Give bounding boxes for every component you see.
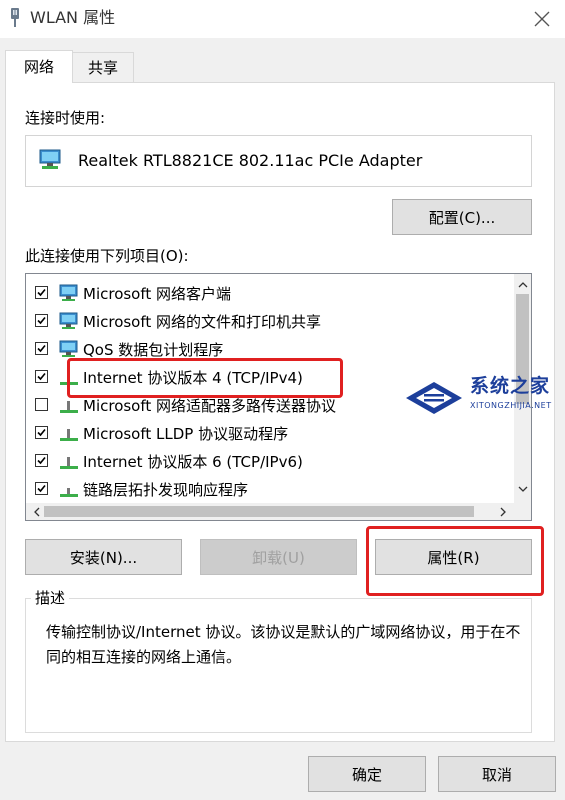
checkbox[interactable]: [35, 314, 48, 327]
item-label: Microsoft 网络客户端: [83, 285, 232, 303]
checkbox[interactable]: [35, 482, 48, 495]
checkmark-icon: [37, 428, 46, 437]
item-label: Microsoft LLDP 协议驱动程序: [83, 425, 289, 443]
uninstall-button[interactable]: 卸载(U): [200, 539, 357, 575]
list-item[interactable]: Microsoft 网络客户端: [26, 280, 506, 308]
network-adapter-icon: [39, 149, 61, 169]
watermark-logo: [406, 382, 462, 414]
configure-button[interactable]: 配置(C)...: [392, 199, 532, 235]
list-item[interactable]: Microsoft 网络的文件和打印机共享: [26, 308, 506, 336]
ok-button[interactable]: 确定: [308, 756, 426, 792]
highlight-box-ipv4: [67, 358, 343, 398]
cancel-button[interactable]: 取消: [438, 756, 556, 792]
close-button[interactable]: [519, 0, 565, 38]
scroll-down-icon[interactable]: [514, 480, 531, 497]
network-adapter-icon: [11, 8, 19, 27]
protocol-icon: [60, 457, 78, 469]
list-item[interactable]: 链路层拓扑发现响应程序: [26, 476, 506, 504]
item-label: Microsoft 网络的文件和打印机共享: [83, 313, 322, 331]
tab-share[interactable]: 共享: [72, 52, 134, 82]
item-label: Internet 协议版本 6 (TCP/IPv6): [83, 453, 303, 471]
items-label: 此连接使用下列项目(O):: [25, 247, 189, 265]
checkmark-icon: [37, 288, 46, 297]
checkbox[interactable]: [35, 426, 48, 439]
item-label: 链路层拓扑发现响应程序: [83, 481, 249, 499]
checkbox[interactable]: [35, 342, 48, 355]
protocol-icon: [60, 429, 78, 441]
checkmark-icon: [37, 344, 46, 353]
window-title: WLAN 属性: [30, 8, 116, 27]
scroll-left-icon[interactable]: [28, 503, 45, 520]
connect-using-label: 连接时使用:: [25, 109, 106, 127]
watermark-url: XITONGZHIJIA.NET: [470, 401, 552, 410]
item-label: QoS 数据包计划程序: [83, 341, 224, 359]
scroll-thumb[interactable]: [44, 506, 474, 517]
scroll-right-icon[interactable]: [494, 503, 511, 520]
checkbox[interactable]: [35, 370, 48, 383]
install-button[interactable]: 安装(N)...: [25, 539, 182, 575]
file-printer-sharing-icon: [59, 312, 78, 329]
checkmark-icon: [37, 372, 46, 381]
protocol-icon: [60, 488, 78, 497]
checkbox[interactable]: [35, 398, 48, 411]
protocol-icon: [60, 401, 78, 413]
checkmark-icon: [37, 316, 46, 325]
checkmark-icon: [37, 456, 46, 465]
adapter-name: Realtek RTL8821CE 802.11ac PCIe Adapter: [78, 151, 423, 170]
tab-network[interactable]: 网络: [5, 50, 73, 83]
checkmark-icon: [37, 484, 46, 493]
item-label: Microsoft 网络适配器多路传送器协议: [83, 397, 337, 415]
network-client-icon: [59, 284, 78, 301]
scroll-up-icon[interactable]: [514, 276, 531, 293]
title-bar: WLAN 属性: [0, 0, 565, 38]
checkbox[interactable]: [35, 454, 48, 467]
watermark-name: 系统之家: [470, 375, 551, 397]
list-item[interactable]: Microsoft LLDP 协议驱动程序: [26, 420, 506, 448]
highlight-box-properties: [366, 526, 544, 596]
description-text: 传输控制协议/Internet 协议。该协议是默认的广域网络协议，用于在不同的相…: [46, 623, 521, 666]
description-title: 描述: [31, 588, 70, 608]
adapter-field: Realtek RTL8821CE 802.11ac PCIe Adapter: [25, 135, 532, 187]
close-icon: [534, 11, 550, 27]
qos-icon: [59, 340, 78, 357]
checkbox[interactable]: [35, 286, 48, 299]
horizontal-scrollbar[interactable]: [26, 503, 531, 520]
list-item[interactable]: Internet 协议版本 6 (TCP/IPv6): [26, 448, 506, 476]
